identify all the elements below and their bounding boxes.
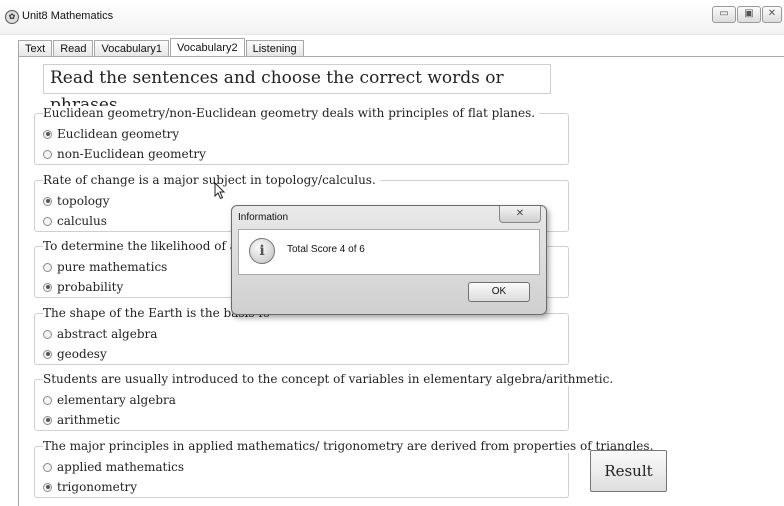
app-icon: ✿: [5, 10, 19, 24]
maximize-button[interactable]: ▣: [737, 6, 761, 23]
question-text: Students are usually introduced to the c…: [43, 372, 618, 386]
question-text: Rate of change is a major subject in top…: [43, 173, 380, 187]
info-icon: i: [249, 238, 275, 264]
radio-button[interactable]: [43, 395, 52, 405]
question-text: Euclidean geometry/non-Euclidean geometr…: [43, 106, 540, 120]
option-topology[interactable]: topology: [43, 193, 109, 209]
option-label: trigonometry: [57, 480, 138, 494]
tab-strip: Text Read Vocabulary1 Vocabulary2 Listen…: [18, 38, 305, 58]
question-text: The major principles in applied mathemat…: [43, 439, 658, 453]
option-label: elementary algebra: [57, 393, 176, 407]
information-dialog: Information ✕ i Total Score 4 of 6 OK: [231, 205, 547, 315]
option-elementary-algebra[interactable]: elementary algebra: [43, 392, 176, 408]
minimize-button[interactable]: ▭: [712, 6, 736, 23]
option-pure-mathematics[interactable]: pure mathematics: [43, 259, 167, 275]
tab-listening[interactable]: Listening: [245, 40, 304, 57]
dialog-close-button[interactable]: ✕: [499, 206, 541, 223]
option-non-euclidean-geometry[interactable]: non-Euclidean geometry: [43, 146, 206, 162]
radio-button[interactable]: [43, 482, 52, 492]
option-label: abstract algebra: [57, 327, 158, 341]
radio-button[interactable]: [43, 462, 52, 472]
option-label: probability: [57, 280, 124, 294]
option-label: non-Euclidean geometry: [57, 147, 206, 161]
radio-button[interactable]: [43, 329, 52, 339]
option-applied-mathematics[interactable]: applied mathematics: [43, 459, 184, 475]
option-label: calculus: [57, 214, 107, 228]
option-label: topology: [57, 194, 110, 208]
option-label: applied mathematics: [57, 460, 185, 474]
radio-button[interactable]: [43, 262, 52, 272]
tab-text[interactable]: Text: [18, 40, 53, 57]
tab-read[interactable]: Read: [53, 40, 94, 57]
option-euclidean-geometry[interactable]: Euclidean geometry: [43, 126, 179, 142]
window-title: Unit8 Mathematics: [22, 10, 114, 22]
mouse-cursor-icon: [214, 182, 226, 200]
question-group-5: Students are usually introduced to the c…: [34, 372, 618, 431]
radio-button[interactable]: [43, 349, 52, 359]
radio-button[interactable]: [43, 129, 52, 139]
instruction-text: Read the sentences and choose the correc…: [43, 64, 551, 115]
option-label: geodesy: [57, 347, 107, 361]
question-group-6: The major principles in applied mathemat…: [34, 439, 658, 498]
tab-vocabulary1[interactable]: Vocabulary1: [94, 40, 170, 57]
ok-button[interactable]: OK: [468, 282, 530, 302]
radio-button[interactable]: [43, 149, 52, 159]
result-button[interactable]: Result: [590, 450, 667, 492]
option-geodesy[interactable]: geodesy: [43, 346, 107, 362]
option-label: arithmetic: [57, 413, 121, 427]
question-group-4: The shape of the Earth is the basis fo a…: [34, 306, 569, 365]
option-arithmetic[interactable]: arithmetic: [43, 412, 120, 428]
dialog-title: Information: [238, 212, 289, 223]
question-group-1: Euclidean geometry/non-Euclidean geometr…: [34, 106, 569, 165]
option-trigonometry[interactable]: trigonometry: [43, 479, 137, 495]
radio-button[interactable]: [43, 196, 52, 206]
close-button[interactable]: ✕: [762, 6, 782, 23]
dialog-body: i Total Score 4 of 6: [238, 229, 540, 275]
radio-button[interactable]: [43, 415, 52, 425]
dialog-message: Total Score 4 of 6: [287, 244, 365, 255]
title-bar: ✿ Unit8 Mathematics ▭ ▣ ✕: [0, 0, 784, 35]
tab-vocabulary2[interactable]: Vocabulary2: [170, 38, 245, 58]
radio-button[interactable]: [43, 282, 52, 292]
option-abstract-algebra[interactable]: abstract algebra: [43, 326, 157, 342]
radio-button[interactable]: [43, 216, 52, 226]
option-probability[interactable]: probability: [43, 279, 123, 295]
option-calculus[interactable]: calculus: [43, 213, 107, 229]
option-label: pure mathematics: [57, 260, 168, 274]
option-label: Euclidean geometry: [57, 127, 180, 141]
